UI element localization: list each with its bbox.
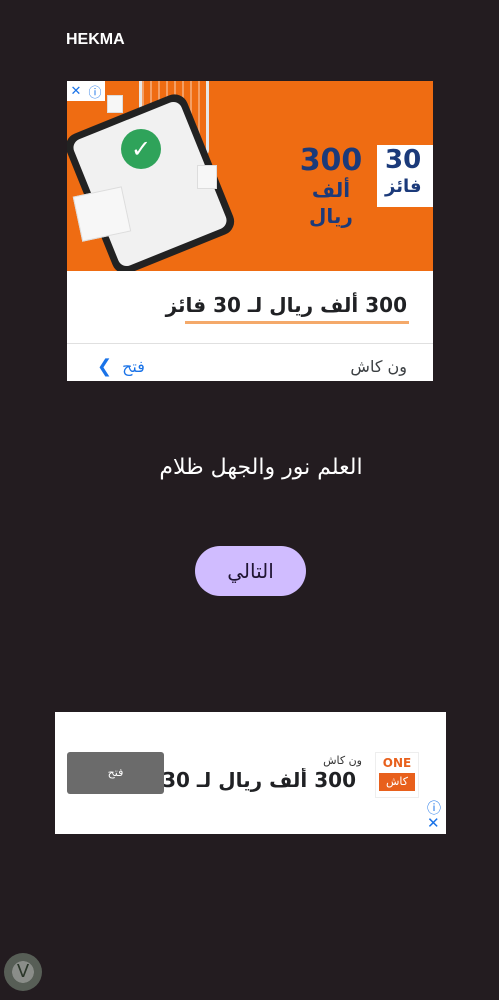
ad-close-icon[interactable]: ✕ — [71, 84, 82, 99]
ad-advertiser: ون كاش — [323, 754, 362, 767]
shopping-bag-icon — [107, 95, 123, 113]
ad-open-label: فتح — [122, 357, 145, 376]
ad-choices[interactable]: ✕ ⓘ — [67, 81, 105, 101]
banner-winners-tag: 30 فائز — [377, 145, 433, 207]
ad-advertiser: ون كاش — [350, 357, 407, 376]
banner-prize: 300 ألف ريال — [299, 143, 363, 229]
next-button[interactable]: التالي — [195, 546, 306, 596]
divider — [67, 343, 433, 344]
ad-open-button[interactable]: فتح — [67, 752, 164, 794]
ad-open-link[interactable]: ❮ فتح — [97, 356, 145, 377]
headline-underline — [185, 321, 409, 324]
bottom-ad[interactable]: فتح ون كاش 300 ألف ريال لـ 30 فائز ONE ك… — [55, 712, 446, 834]
logo-watermark-icon: V — [4, 953, 42, 991]
app-title: HEKMA — [66, 31, 125, 48]
ad-info-icon[interactable]: ⓘ — [88, 82, 101, 101]
proverb-text: العلم نور والجهل ظلام — [159, 455, 363, 480]
ad-headline[interactable]: 300 ألف ريال لـ 30 فائز — [166, 293, 407, 317]
shopping-bag-icon — [197, 165, 217, 189]
chevron-left-icon: ❮ — [97, 356, 113, 377]
check-icon: ✓ — [121, 129, 161, 169]
advertiser-logo: ONE كاش — [375, 752, 419, 798]
top-ad[interactable]: ✕ ⓘ ✓ 300 ألف ريال 30 فائز 300 ألف ريال … — [67, 81, 433, 381]
ad-banner-image[interactable]: ✕ ⓘ ✓ 300 ألف ريال 30 فائز — [67, 81, 433, 271]
ad-close-icon[interactable]: ✕ — [427, 814, 440, 832]
